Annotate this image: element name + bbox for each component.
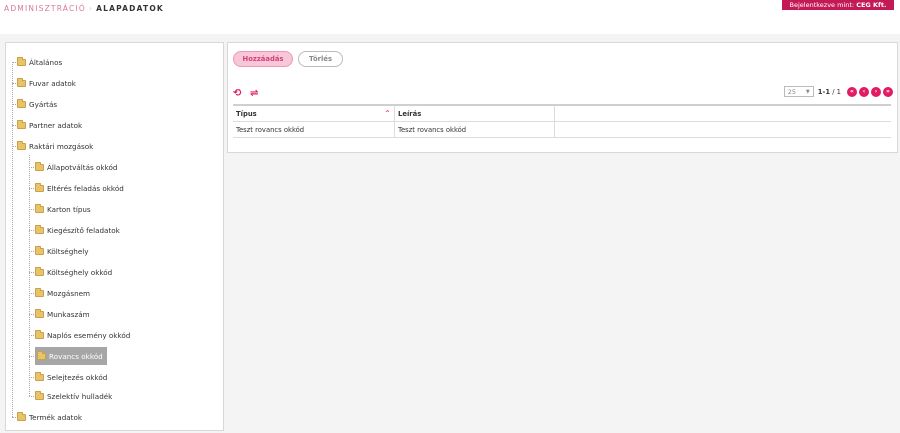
login-badge[interactable]: Bejelentkezve mint: CEG Kft. — [782, 0, 894, 10]
tree-item-label: Partner adatok — [29, 120, 83, 130]
folder-icon — [35, 182, 44, 192]
folder-icon — [35, 308, 44, 318]
tree-item-raktari-mozgasok[interactable]: Raktári mozgások — [17, 138, 93, 154]
refresh-icon[interactable]: ⟲ — [233, 88, 241, 99]
tree-item-koltseghely-okkod[interactable]: Költséghely okkód — [35, 264, 112, 280]
table-row[interactable]: Teszt rovancs okkód Teszt rovancs okkód — [233, 122, 891, 138]
table-cell: Teszt rovancs okkód — [233, 122, 395, 137]
chevron-down-icon: ▼ — [805, 88, 810, 95]
first-page-icon[interactable]: « — [847, 86, 857, 97]
page-total: / 1 — [832, 87, 841, 96]
tree-item-label: Költséghely okkód — [47, 267, 113, 277]
tree-item-allapotvaltas-okkod[interactable]: Állapotváltás okkód — [35, 159, 117, 175]
folder-open-icon — [17, 140, 26, 150]
tree-item-label: Költséghely — [47, 246, 89, 256]
tree-item-mozgasnem[interactable]: Mozgásnem — [35, 285, 90, 301]
breadcrumb-current: ALAPADATOK — [96, 4, 164, 13]
column-header-filler — [555, 106, 891, 121]
tree-item-label: Raktári mozgások — [29, 141, 94, 151]
page-range-value: 1-1 — [817, 87, 831, 96]
tree-item-label: Termék adatok — [29, 412, 83, 422]
tree-item-label: Munkaszám — [47, 309, 90, 319]
main-panel: Hozzáadás Törlés ⟲ ⇌ 25 ▼ 1-1 / 1 « ‹ › »… — [227, 42, 898, 153]
prev-page-icon[interactable]: ‹ — [859, 86, 869, 97]
tree-item-label: Kiegészítő feladatok — [47, 225, 120, 235]
folder-icon — [35, 245, 44, 255]
folder-icon — [35, 203, 44, 213]
breadcrumb-separator: › — [88, 4, 94, 13]
folder-icon — [35, 266, 44, 276]
tree-item-altalanos[interactable]: Általános — [17, 54, 62, 70]
tree-item-label: Selejtezés okkód — [47, 372, 108, 382]
grid-header-row: Típus ^ Leírás — [233, 106, 891, 122]
folder-icon — [35, 224, 44, 234]
folder-icon — [17, 77, 26, 87]
data-grid: Típus ^ Leírás Teszt rovancs okkód Teszt … — [233, 104, 891, 138]
folder-icon — [35, 287, 44, 297]
top-bar: ADMINISZTRÁCIÓ › ALAPADATOK Bejelentkezve … — [0, 0, 900, 34]
tree-item-naplos-esemeny-okkod[interactable]: Naplós esemény okkód — [35, 327, 130, 343]
tree-item-label: Fuvar adatok — [29, 78, 76, 88]
sort-asc-icon[interactable]: ^ — [385, 110, 390, 117]
tree-item-label: Gyártás — [29, 99, 58, 109]
tree-item-label: Eltérés feladás okkód — [47, 183, 124, 193]
folder-icon — [35, 161, 44, 171]
tree-item-munkaszam[interactable]: Munkaszám — [35, 306, 90, 322]
folder-icon — [35, 390, 44, 400]
tree-item-kiegeszito-feladatok[interactable]: Kiegészítő feladatok — [35, 222, 120, 238]
tree-panel: Általános Fuvar adatok Gyártás Partner a… — [5, 42, 224, 431]
folder-icon — [35, 371, 44, 381]
column-header-label: Leírás — [398, 109, 422, 118]
folder-icon — [35, 329, 44, 339]
tree-item-label: Általános — [29, 57, 63, 67]
page-size-select[interactable]: 25 ▼ — [783, 86, 814, 97]
tree-item-karton-tipus[interactable]: Karton típus — [35, 201, 91, 217]
login-user: CEG Kft. — [856, 1, 887, 9]
tree-item-selejtezes-okkod[interactable]: Selejtezés okkód — [35, 369, 107, 385]
tree-connector — [29, 155, 30, 396]
column-header-tipus[interactable]: Típus ^ — [233, 106, 395, 121]
folder-icon — [17, 56, 26, 66]
folder-icon — [17, 119, 26, 129]
swap-icon[interactable]: ⇌ — [250, 88, 258, 99]
tree-item-label: Karton típus — [47, 204, 91, 214]
tree-item-label: Mozgásnem — [47, 288, 91, 298]
last-page-icon[interactable]: » — [883, 86, 893, 97]
tree-item-label: Naplós esemény okkód — [47, 330, 131, 340]
content-area: Általános Fuvar adatok Gyártás Partner a… — [0, 34, 900, 433]
folder-icon — [17, 411, 26, 421]
next-page-icon[interactable]: › — [871, 86, 881, 97]
column-header-label: Típus — [236, 109, 257, 118]
tree-item-gyartas[interactable]: Gyártás — [17, 96, 57, 112]
page-range: 1-1 / 1 — [818, 88, 841, 96]
tree-item-termek-adatok[interactable]: Termék adatok — [17, 409, 82, 425]
tree-item-elteres-feladas-okkod[interactable]: Eltérés feladás okkód — [35, 180, 124, 196]
login-prefix: Bejelentkezve mint: — [789, 1, 855, 9]
tree-item-rovancs-okkod[interactable]: Rovancs okkód — [35, 347, 107, 365]
tree-item-fuvar-adatok[interactable]: Fuvar adatok — [17, 75, 76, 91]
tree-item-label: Rovancs okkód — [49, 351, 103, 361]
folder-icon — [37, 350, 46, 360]
column-header-leiras[interactable]: Leírás — [395, 106, 555, 121]
tree-connector — [12, 62, 13, 417]
tree-item-label: Állapotváltás okkód — [47, 162, 118, 172]
table-cell-filler — [555, 122, 891, 137]
delete-button[interactable]: Törlés — [298, 51, 343, 67]
table-cell: Teszt rovancs okkód — [395, 122, 555, 137]
tree-item-szelektiv-hulladek[interactable]: Szelektív hulladék — [35, 388, 112, 404]
tree-item-partner-adatok[interactable]: Partner adatok — [17, 117, 82, 133]
tree-item-koltseghely[interactable]: Költséghely — [35, 243, 89, 259]
breadcrumb: ADMINISZTRÁCIÓ › ALAPADATOK — [4, 4, 164, 13]
add-button[interactable]: Hozzáadás — [233, 51, 293, 67]
breadcrumb-root[interactable]: ADMINISZTRÁCIÓ — [4, 4, 86, 13]
page-size-value: 25 — [787, 87, 797, 96]
tree-item-label: Szelektív hulladék — [47, 391, 113, 401]
folder-icon — [17, 98, 26, 108]
pager: 25 ▼ 1-1 / 1 « ‹ › » — [783, 86, 893, 97]
